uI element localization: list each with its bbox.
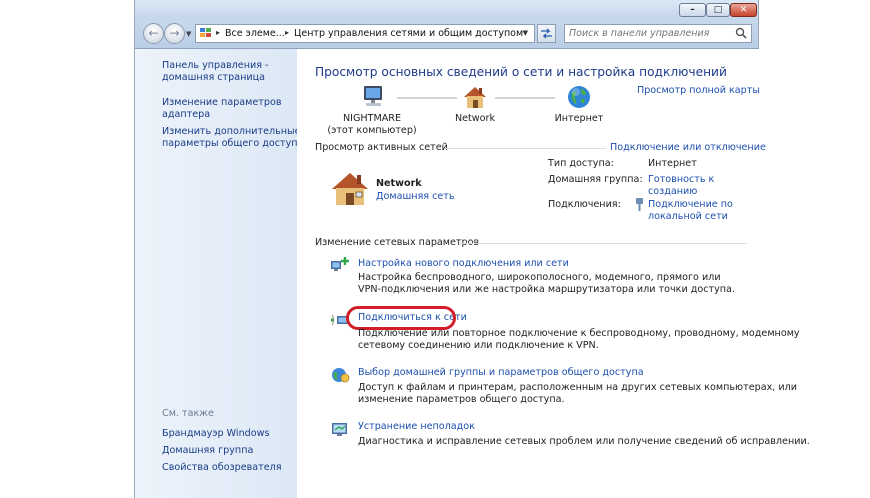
maximize-button[interactable]: □ <box>706 3 730 17</box>
computer-name-label: NIGHTMARE <box>342 113 402 124</box>
this-computer-label: (этот компьютер) <box>327 125 417 136</box>
map-connector <box>495 97 555 99</box>
forward-arrow-icon: → <box>169 26 180 40</box>
back-button[interactable]: ← <box>143 23 164 44</box>
refresh-button[interactable] <box>537 24 556 43</box>
ethernet-icon <box>636 198 643 211</box>
active-networks-heading: Просмотр активных сетей <box>315 142 448 153</box>
section-divider <box>459 243 747 244</box>
computer-icon <box>364 86 382 106</box>
homegroup-sharing-description: Доступ к файлам и принтерам, расположенн… <box>358 382 797 405</box>
address-bar[interactable]: ▸ Все элеме... ▸ Центр управления сетями… <box>195 24 535 43</box>
control-panel-window: – □ ✕ ← → ▼ ▸ Все элеме... ▸ Центр управ… <box>134 0 810 498</box>
internet-globe-icon <box>568 86 590 108</box>
search-box[interactable] <box>564 24 752 43</box>
navigation-bar: ← → ▼ ▸ Все элеме... ▸ Центр управления … <box>135 18 758 49</box>
homegroup-ready-link[interactable]: Готовность к созданию <box>648 174 714 198</box>
control-panel-icon <box>200 28 211 37</box>
minimize-button[interactable]: – <box>679 3 706 17</box>
title-bar: – □ ✕ <box>135 0 758 18</box>
map-connector <box>397 97 457 99</box>
sidebar-link-sharing-settings[interactable]: Изменить дополнительные параметры общего… <box>162 126 303 150</box>
search-input[interactable] <box>565 25 733 42</box>
setup-new-connection-link[interactable]: Настройка нового подключения или сети <box>358 258 569 270</box>
close-button[interactable]: ✕ <box>730 3 757 17</box>
access-type-label: Тип доступа: <box>548 158 614 169</box>
sidebar: Панель управления - домашняя страница Из… <box>135 49 303 498</box>
map-network-label: Network <box>454 113 496 124</box>
see-also-link-internet-options[interactable]: Свойства обозревателя <box>162 462 282 474</box>
minimize-icon: – <box>690 5 695 15</box>
troubleshoot-link[interactable]: Устранение неполадок <box>358 421 475 433</box>
search-icon[interactable] <box>735 27 747 39</box>
page-title: Просмотр основных сведений о сети и наст… <box>315 65 727 79</box>
recent-pages-chevron-icon[interactable]: ▼ <box>186 30 191 38</box>
connect-to-network-description: Подключение или повторное подключение к … <box>358 328 800 351</box>
breadcrumb-separator-icon: ▸ <box>285 28 290 37</box>
highlight-annotation <box>346 306 456 330</box>
troubleshoot-description: Диагностика и исправление сетевых пробле… <box>358 436 810 447</box>
sidebar-link-adapter-settings[interactable]: Изменение параметров адаптера <box>162 97 282 121</box>
close-icon: ✕ <box>739 5 748 15</box>
access-type-value: Интернет <box>648 158 697 169</box>
network-location-link[interactable]: Домашняя сеть <box>376 191 455 203</box>
change-settings-heading: Изменение сетевых параметров <box>315 237 480 248</box>
see-also-heading: См. также <box>162 408 214 419</box>
sidebar-link-home[interactable]: Панель управления - домашняя страница <box>162 60 269 84</box>
troubleshoot-icon <box>332 423 347 436</box>
setup-new-connection-description: Настройка беспроводного, широкополосного… <box>358 272 735 295</box>
home-network-icon <box>464 87 486 108</box>
local-area-connection-link[interactable]: Подключение по локальной сети <box>648 199 733 223</box>
see-also-link-homegroup[interactable]: Домашняя группа <box>162 445 253 457</box>
connections-label: Подключения: <box>548 199 621 210</box>
homegroup-sharing-icon <box>332 368 350 383</box>
breadcrumb-item-network-center[interactable]: Центр управления сетями и общим доступом <box>294 28 523 39</box>
homegroup-label: Домашняя группа: <box>548 174 643 185</box>
see-also-link-firewall[interactable]: Брандмауэр Windows <box>162 428 269 440</box>
view-full-map-link[interactable]: Просмотр полной карты <box>637 85 760 97</box>
refresh-icon <box>541 28 552 39</box>
main-pane: Просмотр основных сведений о сети и наст… <box>297 49 810 498</box>
connect-or-disconnect-link[interactable]: Подключение или отключение <box>610 142 766 154</box>
homegroup-sharing-link[interactable]: Выбор домашней группы и параметров общег… <box>358 367 644 379</box>
map-internet-label: Интернет <box>554 113 604 124</box>
new-connection-icon <box>331 257 349 271</box>
maximize-icon: □ <box>713 5 723 15</box>
address-dropdown-icon[interactable]: ▼ <box>523 29 528 37</box>
forward-button[interactable]: → <box>164 23 185 44</box>
home-network-large-icon <box>332 173 368 205</box>
breadcrumb-separator-icon: ▸ <box>216 28 221 37</box>
breadcrumb-item-all-items[interactable]: Все элеме... <box>225 28 285 39</box>
section-divider <box>445 148 606 149</box>
back-arrow-icon: ← <box>148 26 159 40</box>
active-network-name: Network <box>376 178 422 189</box>
